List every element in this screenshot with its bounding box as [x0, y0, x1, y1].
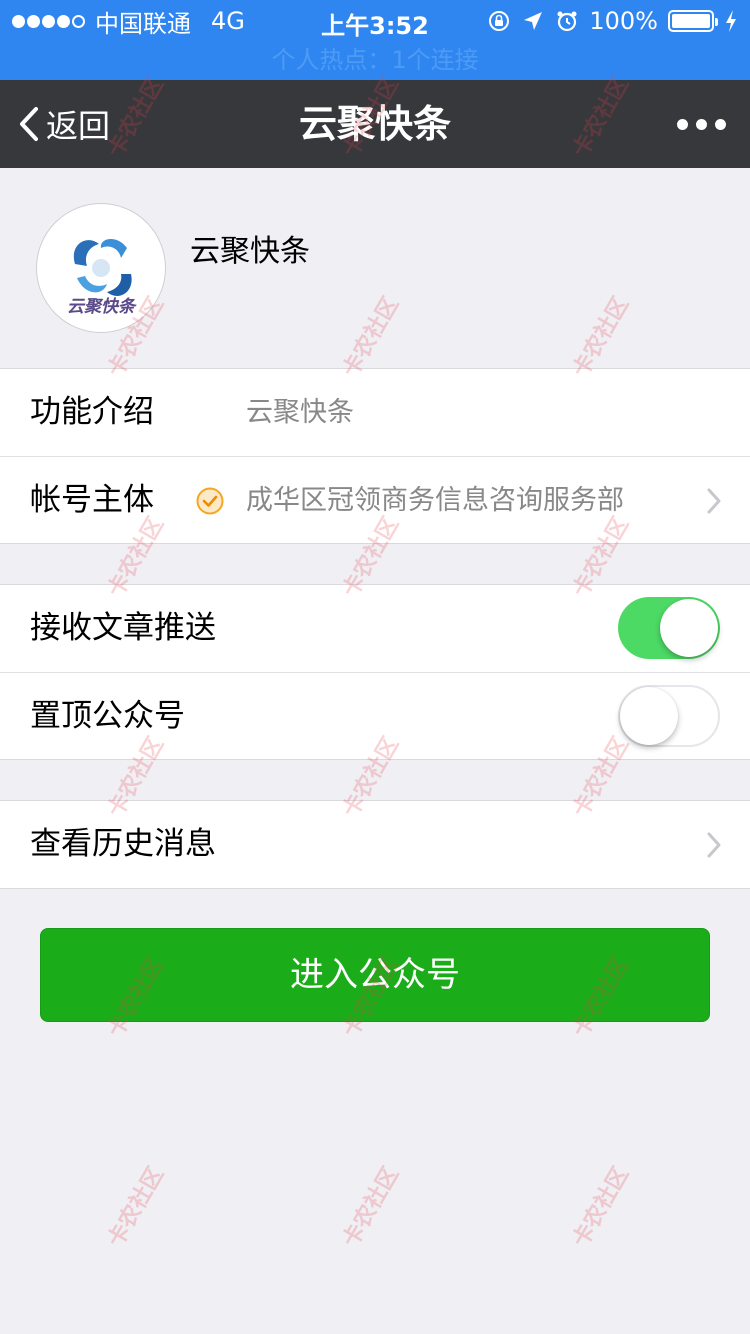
navigation-bar: 返回 云聚快条: [0, 80, 750, 168]
back-label: 返回: [46, 107, 111, 145]
toggle-knob: [620, 687, 678, 745]
intro-row: 功能介绍 云聚快条: [0, 369, 750, 456]
history-section: 查看历史消息: [0, 800, 750, 889]
charging-bolt-icon: [726, 10, 736, 32]
avatar-logo-text: 云聚快条: [67, 297, 135, 317]
history-row[interactable]: 查看历史消息: [0, 801, 750, 888]
intro-label: 功能介绍: [30, 394, 154, 430]
battery-icon: [668, 10, 718, 32]
status-right: 100%: [487, 6, 738, 36]
watermark: 卡农社区: [568, 1162, 635, 1252]
avatar[interactable]: 云聚快条: [36, 203, 166, 333]
more-dot-icon: [715, 118, 726, 130]
page-title: 云聚快条: [298, 102, 451, 146]
alarm-clock-icon: [557, 11, 577, 32]
battery-percentage: 100%: [589, 7, 658, 35]
chevron-right-icon: [707, 832, 721, 858]
receive-push-toggle[interactable]: [618, 597, 720, 659]
entity-value: 成华区冠领商务信息咨询服务部: [246, 485, 624, 516]
account-info-section: 功能介绍 云聚快条 帐号主体 成华区冠领商务信息咨询服务部: [0, 368, 750, 544]
settings-section: 接收文章推送 置顶公众号: [0, 584, 750, 760]
account-header: 云聚快条 云聚快条: [0, 168, 750, 368]
location-arrow-icon: [524, 12, 543, 30]
watermark: 卡农社区: [338, 1162, 405, 1252]
receive-push-label: 接收文章推送: [30, 610, 216, 646]
watermark: 卡农社区: [103, 1162, 170, 1252]
more-options-button[interactable]: [677, 80, 726, 168]
back-button[interactable]: 返回: [18, 80, 110, 168]
verified-check-icon: [196, 487, 224, 515]
more-dot-icon: [677, 118, 688, 130]
more-dot-icon: [696, 118, 707, 130]
entity-label: 帐号主体: [30, 482, 154, 518]
pin-top-label: 置顶公众号: [30, 698, 185, 734]
account-entity-row[interactable]: 帐号主体 成华区冠领商务信息咨询服务部: [0, 456, 750, 543]
status-bar: 中国联通 4G 上午3:52 100% 个人热点：1个连接: [0, 0, 750, 80]
rotation-lock-icon: [489, 11, 510, 31]
hotspot-banner[interactable]: 个人热点：1个连接: [0, 40, 750, 80]
receive-push-row: 接收文章推送: [0, 585, 750, 672]
toggle-knob: [660, 599, 718, 657]
intro-value: 云聚快条: [246, 397, 354, 428]
enter-account-button[interactable]: 进入公众号: [40, 928, 710, 1022]
chevron-left-icon: [20, 107, 38, 141]
account-name: 云聚快条: [190, 234, 310, 269]
chevron-right-icon: [707, 488, 721, 514]
history-label: 查看历史消息: [30, 826, 216, 862]
pin-top-toggle[interactable]: [618, 685, 720, 747]
pin-top-row: 置顶公众号: [0, 672, 750, 759]
